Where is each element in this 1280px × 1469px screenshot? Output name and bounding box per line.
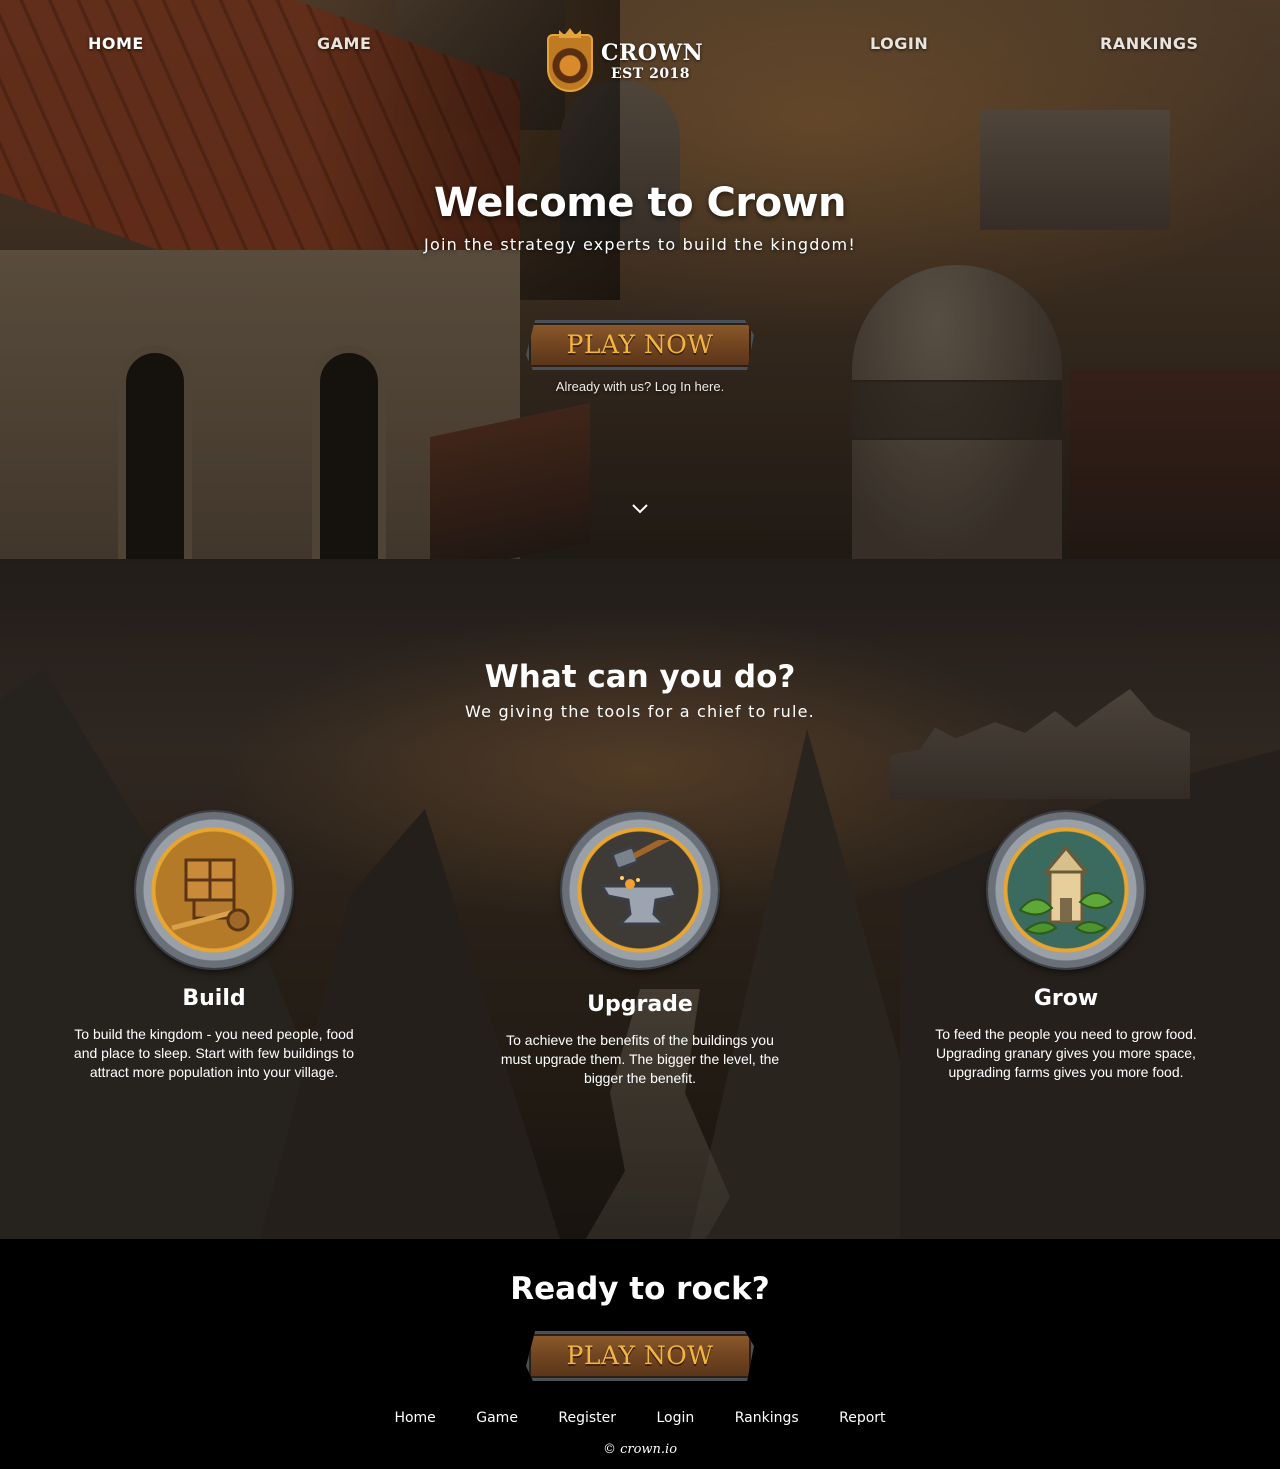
feature-title: Grow <box>1033 986 1099 1011</box>
feature-text: To build the kingdom - you need people, … <box>73 1026 355 1080</box>
footer-nav: Home Game Register Login Rankings Report <box>0 1410 1280 1426</box>
top-nav: HOME GAME CROWN EST 2018 LOGIN RANKINGS <box>0 0 1280 92</box>
logo[interactable]: CROWN EST 2018 <box>547 34 703 94</box>
nav-rankings[interactable]: RANKINGS <box>1100 34 1199 53</box>
granary-tower-icon <box>988 812 1144 968</box>
hero-title: Welcome to Crown <box>434 180 846 226</box>
login-hint-link[interactable]: Already with us? Log In here. <box>0 379 1280 394</box>
footer-link-home[interactable]: Home <box>394 1410 435 1426</box>
play-now-label: PLAY NOW <box>566 1341 714 1370</box>
feature-upgrade: Upgrade To achieve the benefits of the b… <box>490 812 790 1088</box>
features-subtitle: We giving the tools for a chief to rule. <box>465 702 815 721</box>
footer-link-rankings[interactable]: Rankings <box>735 1410 799 1426</box>
features-section: What can you do? We giving the tools for… <box>0 559 1280 1239</box>
feature-build: Build To build the kingdom - you need pe… <box>64 812 364 1082</box>
feature-text: To feed the people you need to grow food… <box>935 1026 1197 1080</box>
footer-link-register[interactable]: Register <box>558 1410 616 1426</box>
play-now-button[interactable]: PLAY NOW <box>526 320 754 370</box>
cta-section: Ready to rock? PLAY NOW Home Game Regist… <box>0 1239 1280 1469</box>
construction-crate-icon <box>136 812 292 968</box>
nav-login[interactable]: LOGIN <box>870 34 928 53</box>
features-title: What can you do? <box>484 659 796 695</box>
feature-text: To achieve the benefits of the buildings… <box>500 1032 780 1086</box>
footer-link-report[interactable]: Report <box>839 1410 885 1426</box>
hero-section: HOME GAME CROWN EST 2018 LOGIN RANKINGS … <box>0 0 1280 559</box>
footer-link-game[interactable]: Game <box>476 1410 518 1426</box>
cta-title: Ready to rock? <box>510 1271 770 1307</box>
feature-title: Build <box>182 986 246 1011</box>
footer-link-login[interactable]: Login <box>656 1410 694 1426</box>
logo-title: CROWN <box>601 40 704 66</box>
copyright: © crown.io <box>602 1442 678 1457</box>
feature-grow: Grow To feed the people you need to grow… <box>916 812 1216 1082</box>
logo-subtitle: EST 2018 <box>611 66 691 82</box>
chevron-down-icon[interactable] <box>631 500 649 518</box>
anvil-hammer-icon <box>562 812 718 968</box>
nav-home[interactable]: HOME <box>88 34 144 53</box>
lion-crest-icon <box>547 34 593 92</box>
cta-play-now-button[interactable]: PLAY NOW <box>526 1331 754 1381</box>
feature-title: Upgrade <box>587 992 693 1017</box>
hero-subtitle: Join the strategy experts to build the k… <box>424 235 856 254</box>
nav-game[interactable]: GAME <box>317 34 371 53</box>
play-now-label: PLAY NOW <box>566 330 714 359</box>
